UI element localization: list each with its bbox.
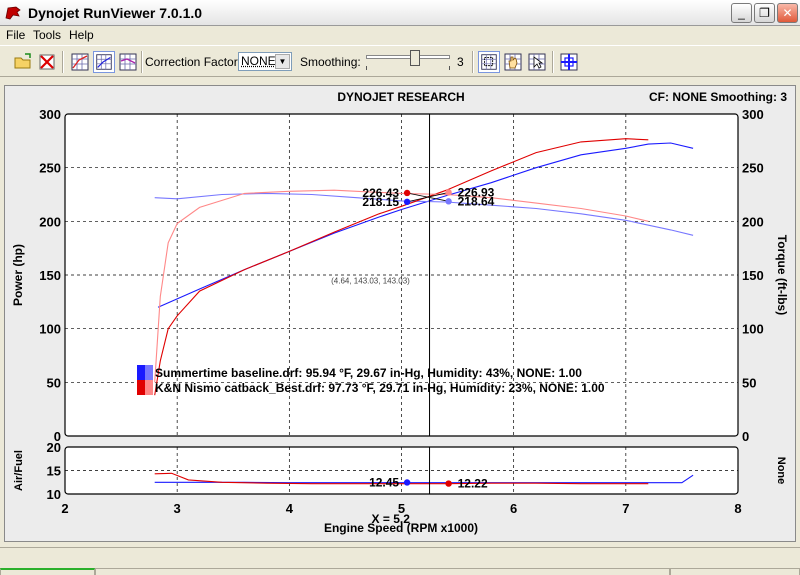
x-tick-label: 6 — [510, 501, 517, 516]
menu-bar: File Tools Help — [0, 26, 800, 44]
x-tick-label: 3 — [174, 501, 181, 516]
x-tick-label: 8 — [734, 501, 741, 516]
window-title: Dynojet RunViewer 7.0.1.0 — [28, 5, 202, 21]
legend-entry: K&N Nismo catback_Best.drf: 97.73 °F, 29… — [155, 381, 605, 395]
dynojet-logo-icon — [4, 4, 22, 22]
pan-hand-icon[interactable] — [502, 51, 524, 73]
legend-swatch — [137, 365, 145, 380]
afr-marker-dot — [404, 479, 410, 485]
main-marker-dot — [445, 189, 451, 195]
main-y-tick-right: 50 — [742, 375, 756, 390]
menu-tools[interactable]: Tools — [33, 28, 61, 42]
delete-run-icon[interactable] — [36, 51, 58, 73]
main-marker-dot — [445, 198, 451, 204]
legend-swatch — [137, 380, 145, 395]
main-y-tick-left: 100 — [39, 322, 61, 337]
menu-file[interactable]: File — [6, 28, 25, 42]
status-bar — [0, 547, 800, 574]
chart-header-right: CF: NONE Smoothing: 3 — [649, 90, 787, 104]
graph-power-icon[interactable] — [93, 51, 115, 73]
zoom-window-icon[interactable] — [478, 51, 500, 73]
afr-marker-dot — [445, 480, 451, 486]
graph-torque-icon[interactable] — [117, 51, 139, 73]
afr-y-label-left: Air/Fuel — [13, 450, 25, 491]
toolbar: Correction Factor: NONE ▼ Smoothing: 3 — [0, 45, 800, 77]
main-y-tick-right: 250 — [742, 161, 764, 176]
toolbar-separator — [141, 51, 143, 73]
afr-y-tick: 10 — [47, 487, 61, 502]
afr-marker-label: 12.45 — [369, 475, 399, 489]
cursor-select-icon[interactable] — [526, 51, 548, 73]
cursor-annotation: (4.64, 143.03, 143.03) — [331, 276, 410, 285]
legend-entry: Summertime baseline.drf: 95.94 °F, 29.67… — [155, 366, 582, 380]
main-y-tick-right: 150 — [742, 268, 764, 283]
toolbar-separator — [472, 51, 474, 73]
smoothing-slider-thumb[interactable] — [410, 50, 420, 66]
cursor-x-label: X = 5.2 — [372, 512, 411, 526]
chevron-down-icon[interactable]: ▼ — [275, 54, 290, 69]
main-y-tick-left: 50 — [47, 375, 61, 390]
afr-y-tick: 20 — [47, 440, 61, 455]
toolbar-separator — [552, 51, 554, 73]
smoothing-slider-ticks — [366, 66, 450, 70]
menu-help[interactable]: Help — [69, 28, 94, 42]
main-y-tick-left: 250 — [39, 161, 61, 176]
main-y-label-left: Power (hp) — [11, 244, 25, 306]
graph-grid-icon[interactable] — [69, 51, 91, 73]
main-y-tick-right: 200 — [742, 214, 764, 229]
smoothing-slider-track[interactable] — [366, 55, 450, 59]
main-y-tick-right: 300 — [742, 107, 764, 122]
afr-y-label-right: None — [775, 457, 787, 485]
main-y-tick-right: 100 — [742, 322, 764, 337]
main-y-tick-left: 150 — [39, 268, 61, 283]
main-marker-label: 218.15 — [362, 195, 399, 209]
x-tick-label: 4 — [286, 501, 294, 516]
afr-y-tick: 15 — [47, 464, 61, 479]
dyno-chart-panel: DYNOJET RESEARCH CF: NONE Smoothing: 3 300… — [4, 85, 796, 542]
x-tick-label: 2 — [61, 501, 68, 516]
dyno-chart[interactable]: DYNOJET RESEARCH CF: NONE Smoothing: 3 300… — [5, 86, 795, 541]
main-y-label-right: Torque (ft-lbs) — [775, 235, 789, 315]
smoothing-value: 3 — [457, 55, 464, 69]
correction-factor-value: NONE — [241, 54, 276, 68]
main-marker-label: 218.64 — [458, 194, 495, 208]
open-folder-icon[interactable] — [12, 51, 34, 73]
close-button[interactable]: ✕ — [777, 3, 798, 23]
main-marker-dot — [404, 199, 410, 205]
main-marker-dot — [404, 190, 410, 196]
main-y-tick-left: 200 — [39, 214, 61, 229]
restore-button[interactable]: ❐ — [754, 3, 775, 23]
minimize-button[interactable]: _ — [731, 3, 752, 23]
chart-title: DYNOJET RESEARCH — [337, 90, 464, 104]
crosshair-cursor-icon[interactable] — [558, 51, 580, 73]
correction-factor-select[interactable]: NONE ▼ — [238, 52, 292, 71]
legend-swatch-secondary — [145, 380, 153, 395]
legend-swatch-secondary — [145, 365, 153, 380]
toolbar-separator — [62, 51, 64, 73]
main-y-tick-right: 0 — [742, 429, 749, 444]
main-y-tick-left: 300 — [39, 107, 61, 122]
smoothing-label: Smoothing: — [300, 55, 361, 69]
runviewer-window: Dynojet RunViewer 7.0.1.0 _ ❐ ✕ File Too… — [0, 0, 800, 574]
correction-factor-label: Correction Factor: — [145, 55, 241, 69]
x-tick-label: 7 — [622, 501, 629, 516]
afr-marker-label: 12.22 — [458, 477, 488, 491]
title-bar: Dynojet RunViewer 7.0.1.0 _ ❐ ✕ — [0, 0, 800, 26]
